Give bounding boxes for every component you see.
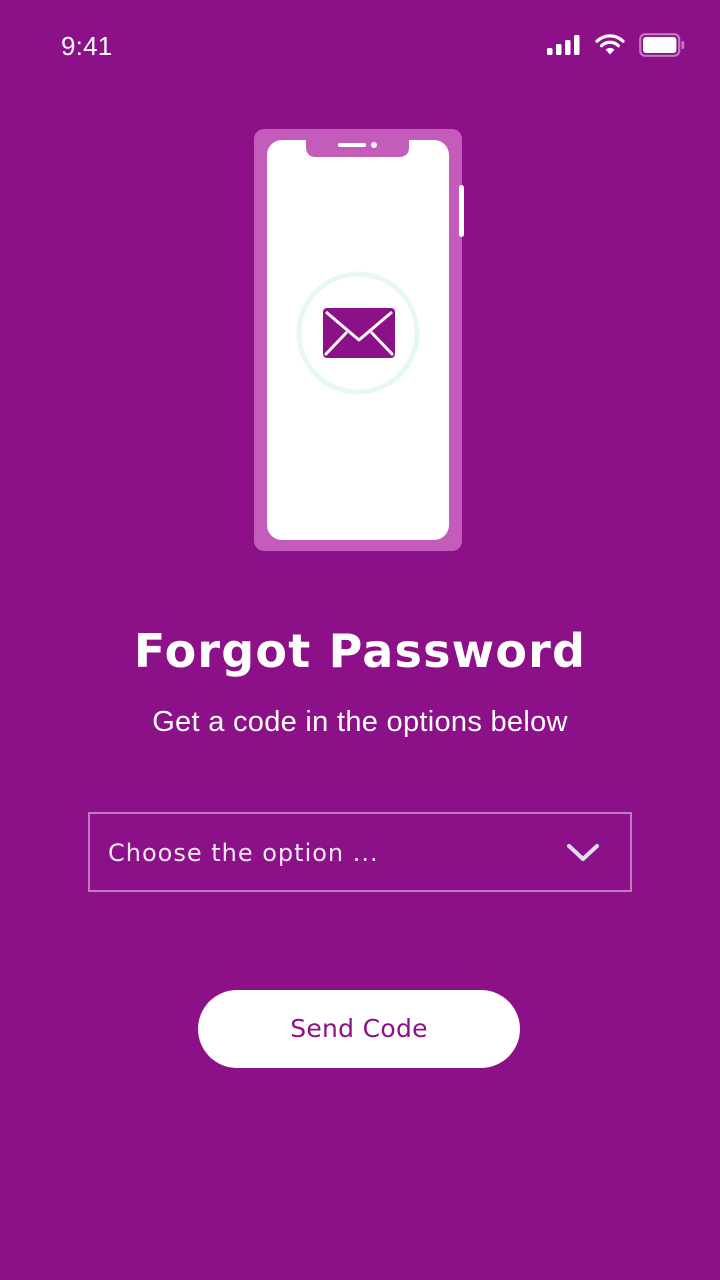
select-placeholder: Choose the option ... [108, 839, 379, 867]
page-subtitle: Get a code in the options below [152, 706, 568, 738]
page-title: Forgot Password [133, 624, 587, 678]
send-code-button[interactable]: Send Code [198, 990, 520, 1068]
chevron-down-icon [567, 844, 599, 861]
phone-illustration [254, 129, 464, 551]
signal-icon [547, 35, 580, 55]
wifi-icon [595, 34, 625, 55]
status-time: 9:41 [61, 31, 113, 61]
status-icons [547, 32, 685, 58]
battery-icon [639, 33, 685, 57]
mail-icon [323, 308, 395, 358]
option-select[interactable]: Choose the option ... [88, 812, 632, 892]
